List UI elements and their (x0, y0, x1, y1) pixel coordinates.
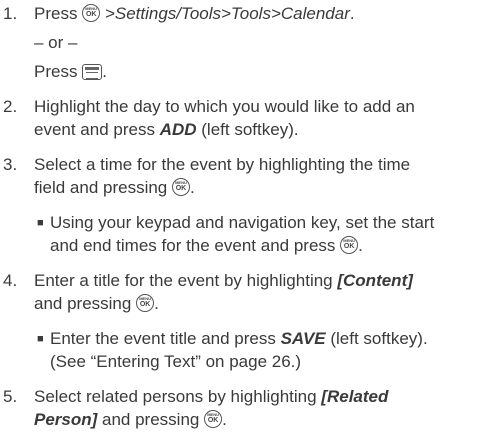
step-1-press-text: Press (34, 4, 83, 23)
step-1-period-2: . (102, 62, 107, 81)
step-3-line-2: field and pressing MENU OK. (34, 178, 195, 198)
step-1-period: . (349, 4, 355, 23)
step-5-text-2: and pressing (97, 410, 205, 429)
step-1-line-3: Press . (34, 62, 107, 82)
add-softkey-label: ADD (159, 120, 197, 139)
instruction-page: 1. Press MENU OK >Settings/Tools>Tools>Ca… (0, 0, 489, 434)
step-5-period: . (222, 410, 227, 429)
bullet-icon: ■ (37, 217, 44, 229)
content-field-label: [Content] (337, 271, 413, 290)
step-2-text: event and press (34, 120, 160, 139)
menu-ok-key-icon: MENU OK (204, 410, 223, 428)
save-softkey-label: SAVE (280, 329, 326, 348)
step-2-number: 2. (3, 97, 18, 116)
related-person-field-label: [Related (321, 387, 389, 406)
step-4-bullet-text-end: (left softkey). (325, 329, 428, 348)
step-2-line-2: event and press ADD (left softkey). (34, 120, 299, 140)
step-4-bullet-line-2: (See “Entering Text” on page 26.) (50, 352, 302, 371)
step-3-bullet-line-1: Using your keypad and navigation key, se… (50, 213, 435, 232)
step-3-line-1: Select a time for the event by highlight… (34, 155, 411, 174)
step-1-number: 1. (3, 4, 18, 23)
bullet-icon: ■ (37, 333, 44, 345)
step-4-text-2: and pressing (34, 294, 137, 313)
step-2-line-1: Highlight the day to which you would lik… (34, 97, 415, 116)
step-5-line-1: Select related persons by highlighting [… (34, 387, 388, 407)
step-4-line-1: Enter a title for the event by highlight… (34, 271, 413, 291)
step-3-bullet-line-2: and end times for the event and press ME… (50, 236, 363, 256)
step-3-text: field and pressing (34, 178, 172, 197)
step-3-number: 3. (3, 155, 18, 174)
step-2-text-end: (left softkey). (196, 120, 299, 139)
menu-ok-key-icon: MENU OK (82, 4, 101, 22)
step-4-text: Enter a title for the event by highlight… (34, 271, 338, 290)
step-3-period: . (189, 178, 195, 197)
step-3-bullet-text: and end times for the event and press (50, 236, 341, 255)
step-4-bullet-text: Enter the event title and press (50, 329, 281, 348)
step-4-line-2: and pressing MENU OK. (34, 294, 159, 314)
step-1-press-text-2: Press (34, 62, 83, 81)
menu-ok-key-icon: MENU OK (171, 178, 190, 196)
menu-ok-key-icon: MENU OK (340, 236, 359, 254)
calendar-key-icon (82, 64, 103, 80)
related-person-field-label-2: Person] (34, 410, 98, 429)
step-5-number: 5. (3, 387, 18, 406)
step-5-line-2: Person] and pressing MENU OK. (34, 410, 227, 430)
menu-ok-key-icon: MENU OK (136, 294, 155, 312)
step-1-or: – or – (34, 33, 78, 52)
step-4-period: . (154, 294, 159, 313)
step-4-bullet-line-1: Enter the event title and press SAVE (le… (50, 329, 428, 349)
step-4-number: 4. (3, 271, 18, 290)
step-3-bullet-period: . (358, 236, 363, 255)
step-1-line-1: Press MENU OK >Settings/Tools>Tools>Calen… (34, 4, 355, 24)
step-1-menu-path: >Settings/Tools>Tools>Calendar (104, 4, 350, 23)
step-5-text: Select related persons by highlighting (34, 387, 322, 406)
